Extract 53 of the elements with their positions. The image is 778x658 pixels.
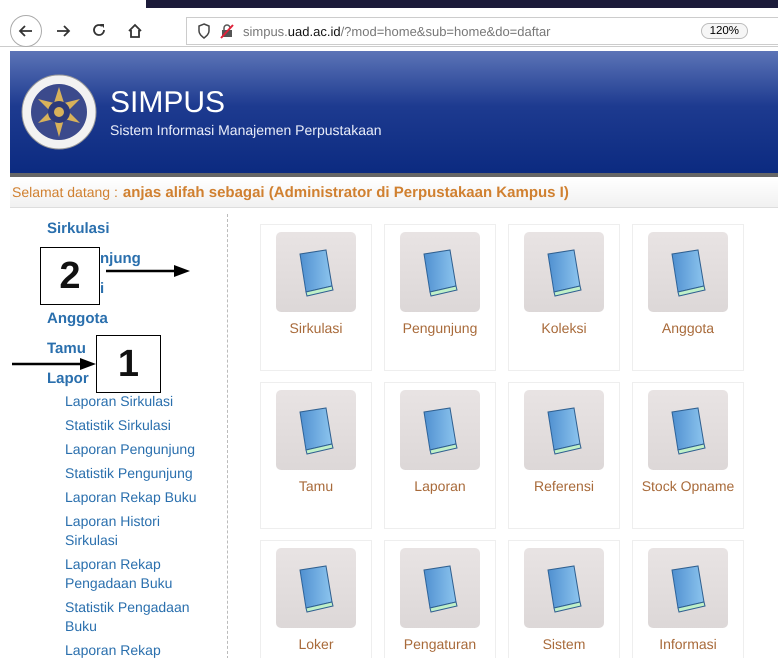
sidebar-link[interactable]: Anggota [47,310,108,328]
menu-tile[interactable]: Referensi [508,382,620,529]
menu-tile[interactable]: Tamu [260,382,372,529]
site-title: SIMPUS [110,86,226,120]
sidebar-sublink[interactable]: Laporan Histori Sirkulasi [65,512,205,550]
tile-label: Anggota [662,320,714,336]
sidebar-sublink[interactable]: Laporan Sirkulasi [65,392,174,411]
university-seal-icon [20,73,98,151]
home-icon [126,22,144,40]
address-bar[interactable]: simpus.uad.ac.id/?mod=home&sub=home&do=daftar 120% [186,17,778,45]
tile-label: Sirkulasi [290,320,342,336]
sidebar-sublink[interactable]: Laporan Pengunjung [65,440,196,459]
menu-tile[interactable]: Informasi [632,540,744,658]
menu-tile[interactable]: Anggota [632,224,744,371]
tile-label: Pengunjung [402,320,478,336]
sidebar-link[interactable]: njung [100,250,141,268]
tile-label: Referensi [534,478,594,494]
menu-tile[interactable]: Laporan [384,382,496,529]
welcome-label: Selamat datang : [12,184,118,200]
menu-tile[interactable]: Pengunjung [384,224,496,371]
insecure-lock-icon [219,23,235,39]
sidebar-link[interactable]: Lapor [47,370,89,388]
tile-label: Laporan [414,478,466,494]
menu-tile[interactable]: Sirkulasi [260,224,372,371]
tile-label: Informasi [659,636,717,652]
tile-label: Sistem [542,636,586,652]
sidebar-sublink[interactable]: Laporan Rekap [65,641,161,658]
sidebar-link[interactable]: Sirkulasi [47,220,110,238]
tile-label: Loker [298,636,334,652]
tile-label: Koleksi [541,320,587,336]
sidebar-sublink[interactable]: Laporan Rekap Buku [65,488,197,507]
welcome-user: anjas alifah sebagai (Administrator di Perpustakaan Kampus I) [122,184,569,200]
back-button[interactable] [10,15,42,47]
menu-tile[interactable]: Stock Opname [632,382,744,529]
callout-number: 2 [40,247,100,305]
sidebar-sublink[interactable]: Statistik Pengadaan Buku [65,598,205,636]
tile-label: Pengaturan [404,636,476,652]
sidebar-sublink[interactable]: Statistik Pengunjung [65,464,193,483]
zoom-level-badge[interactable]: 120% [700,23,748,39]
url-text: simpus.uad.ac.id/?mod=home&sub=home&do=daftar [243,24,552,38]
site-subtitle: Sistem Informasi Manajemen Perpustakaan [110,122,382,138]
tile-label: Tamu [298,478,334,494]
menu-tile[interactable]: Sistem [508,540,620,658]
tile-label: Stock Opname [642,478,734,494]
menu-tile[interactable]: Loker [260,540,372,658]
sidebar-link[interactable]: Tamu [47,340,86,358]
shield-icon [197,23,211,39]
sidebar-sublink[interactable]: Statistik Sirkulasi [65,416,171,435]
callout-number: 1 [96,335,161,393]
menu-tile[interactable]: Pengaturan [384,540,496,658]
sidebar-sublink[interactable]: Laporan Rekap Pengadaan Buku [65,555,205,593]
sidebar-link[interactable]: i [100,280,104,298]
menu-tile[interactable]: Koleksi [508,224,620,371]
